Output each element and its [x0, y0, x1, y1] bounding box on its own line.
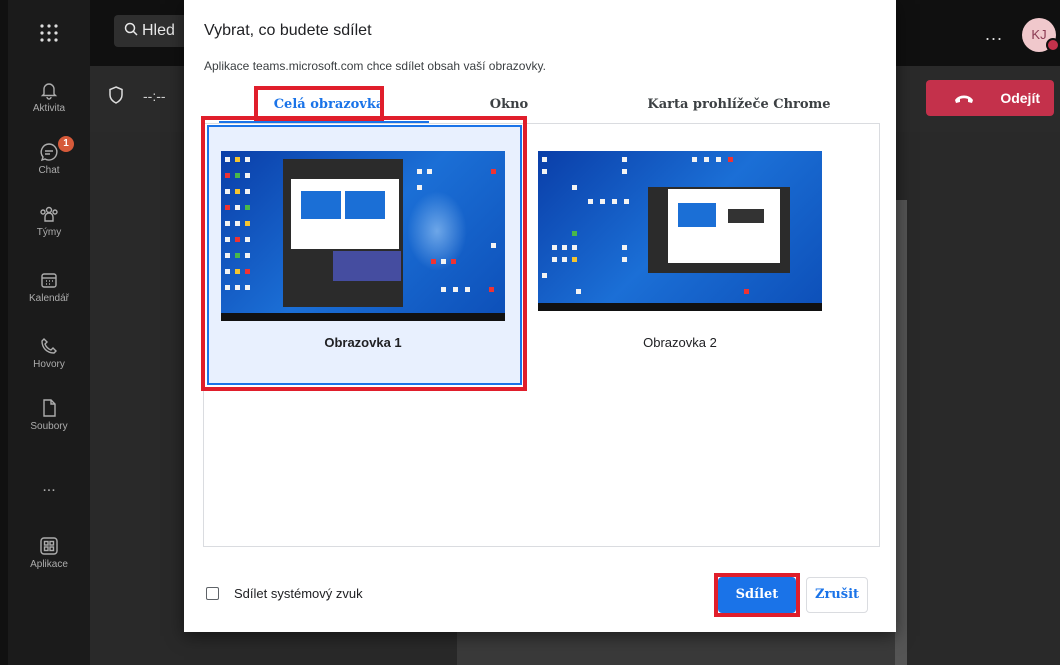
- desktop-icon: [542, 157, 547, 162]
- desktop-icon: [692, 157, 697, 162]
- tab-label: Karta prohlížeče Chrome: [647, 97, 831, 112]
- desktop-icon: [572, 185, 577, 190]
- rail-label: Kalendář: [28, 293, 70, 304]
- more-icon: ...: [42, 478, 56, 495]
- dialog-title: Vybrat, co budete sdílet: [204, 22, 372, 39]
- screen-2-label: Obrazovka 2: [643, 335, 717, 350]
- desktop-icon: [562, 257, 567, 262]
- leave-button[interactable]: Odejít: [926, 80, 1054, 116]
- left-edge: [0, 0, 8, 665]
- rail-label: Aktivita: [32, 103, 66, 114]
- screen-highlight-box: [201, 116, 527, 391]
- scrollbar[interactable]: [895, 200, 907, 665]
- tab-chrome-tab[interactable]: Karta prohlížeče Chrome: [624, 88, 854, 122]
- rail-item-files[interactable]: Soubory: [8, 398, 90, 432]
- apps-icon: [40, 537, 58, 555]
- desktop-icon: [622, 245, 627, 250]
- search-text: Hled: [142, 22, 175, 39]
- rail-item-calls[interactable]: Hovory: [8, 336, 90, 370]
- search-icon: [124, 22, 138, 36]
- desktop-icon: [552, 257, 557, 262]
- desktop-icon: [612, 199, 617, 204]
- thumb-dialog-preview: [728, 209, 764, 223]
- app-rail: Aktivita Chat 1 Týmy Kalendář Hovory Sou…: [8, 0, 90, 665]
- hang-up-icon: [955, 95, 973, 103]
- more-options-button[interactable]: ...: [985, 24, 1003, 45]
- system-audio-checkbox[interactable]: [206, 587, 219, 600]
- desktop-icon: [622, 169, 627, 174]
- desktop-icon: [704, 157, 709, 162]
- desktop-icon: [728, 157, 733, 162]
- screen: Aktivita Chat 1 Týmy Kalendář Hovory Sou…: [0, 0, 1060, 665]
- desktop-icon: [622, 157, 627, 162]
- dialog-subtitle: Aplikace teams.microsoft.com chce sdílet…: [204, 59, 546, 73]
- rail-item-apps[interactable]: Aplikace: [8, 536, 90, 570]
- desktop-icon: [624, 199, 629, 204]
- share-highlight-box: [714, 573, 800, 617]
- system-audio-label: Sdílet systémový zvuk: [234, 586, 363, 601]
- phone-icon: [41, 338, 57, 354]
- shield-icon: [108, 86, 124, 109]
- desktop-icon: [542, 273, 547, 278]
- meeting-timer: --:--: [143, 88, 166, 104]
- rail-label: Soubory: [30, 421, 68, 432]
- desktop-icon: [552, 245, 557, 250]
- rail-item-chat[interactable]: Chat 1: [8, 136, 90, 176]
- screen-2-thumbnail: [538, 151, 822, 311]
- rail-label: Týmy: [36, 227, 62, 238]
- cancel-button[interactable]: Zrušit: [806, 577, 868, 613]
- thumb-taskbar: [538, 303, 822, 311]
- share-dialog: Vybrat, co budete sdílet Aplikace teams.…: [184, 0, 896, 632]
- apps-grid-icon[interactable]: [38, 22, 60, 49]
- bell-icon: [40, 83, 58, 100]
- desktop-icon: [572, 231, 577, 236]
- rail-item-calendar[interactable]: Kalendář: [8, 270, 90, 304]
- rail-item-more[interactable]: ...: [8, 478, 90, 496]
- rail-label: Chat: [38, 165, 60, 176]
- rail-item-activity[interactable]: Aktivita: [8, 80, 90, 114]
- rail-item-teams[interactable]: Týmy: [8, 204, 90, 238]
- desktop-icon: [562, 245, 567, 250]
- rail-label: Hovory: [33, 359, 65, 370]
- calendar-icon: [41, 273, 57, 288]
- file-icon: [43, 399, 56, 417]
- desktop-icon: [588, 199, 593, 204]
- leave-label: Odejít: [1000, 90, 1040, 106]
- desktop-icon: [622, 257, 627, 262]
- desktop-icon: [542, 169, 547, 174]
- desktop-icon: [716, 157, 721, 162]
- desktop-icon: [744, 289, 749, 294]
- tab-label: Okno: [489, 97, 529, 112]
- unread-badge: 1: [58, 136, 74, 152]
- rail-label: Aplikace: [30, 559, 68, 570]
- desktop-icon: [600, 199, 605, 204]
- desktop-icon: [576, 289, 581, 294]
- desktop-icon: [572, 245, 577, 250]
- status-indicator: [1046, 38, 1060, 52]
- desktop-icon: [572, 257, 577, 262]
- teams-icon: [40, 206, 58, 222]
- chat-icon: [40, 143, 58, 162]
- thumb-dialog-preview: [678, 203, 716, 227]
